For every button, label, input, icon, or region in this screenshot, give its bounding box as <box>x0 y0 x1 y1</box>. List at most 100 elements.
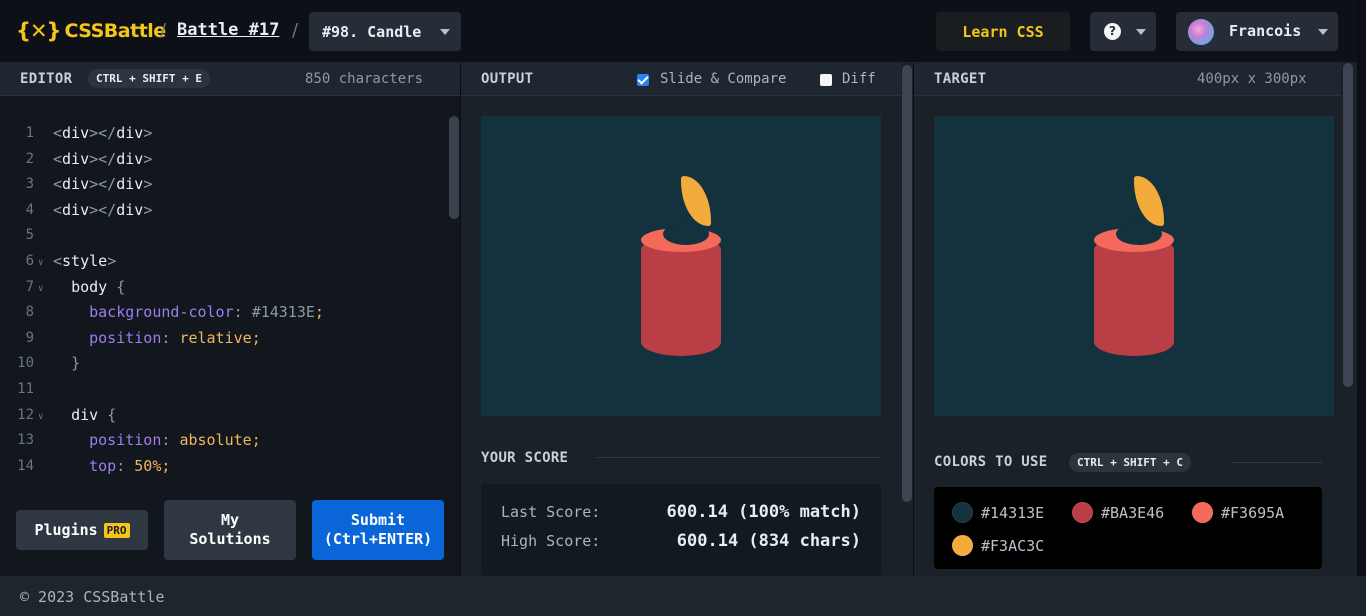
scroll-thumb[interactable] <box>902 65 912 502</box>
code-line: 12 ∨ div { <box>0 404 446 430</box>
top-header: {✕} CSSBattle / Battle #17 / #98. Candle… <box>0 0 1366 63</box>
fold-chevron-icon[interactable]: ∨ <box>38 258 43 268</box>
line-number: 4 <box>25 201 34 218</box>
editor-title: EDITOR <box>20 71 73 87</box>
color-dot <box>1072 502 1093 523</box>
target-image <box>934 116 1334 416</box>
target-select-label: #98. Candle <box>322 22 422 41</box>
code-line: 11 <box>0 378 446 404</box>
line-number: 12 <box>17 406 34 423</box>
color-swatch[interactable]: #F3695A <box>1192 502 1284 523</box>
colors-title: COLORS TO USE <box>934 454 1048 470</box>
color-hex: #F3695A <box>1221 503 1285 522</box>
line-number: 10 <box>17 355 34 372</box>
window-edge <box>1357 0 1366 576</box>
logo-mark-icon: {✕} <box>16 19 61 43</box>
code-line: 7 ∨ body { <box>0 276 446 302</box>
color-hex: #14313E <box>981 503 1045 522</box>
chevron-down-icon <box>440 29 450 35</box>
last-score-value: 600.14 (100% match) <box>666 502 861 522</box>
battle-link[interactable]: Battle #17 <box>177 20 279 40</box>
slide-compare-label[interactable]: Slide & Compare <box>660 71 786 87</box>
code-line: 1 <div></div> <box>0 122 446 148</box>
code-line: 10 } <box>0 352 446 378</box>
line-number: 5 <box>25 227 34 244</box>
colors-shortcut-badge: CTRL + SHIFT + C <box>1069 453 1191 472</box>
color-dot <box>952 502 973 523</box>
color-dot <box>952 535 973 556</box>
plugins-button[interactable]: Plugins PRO <box>16 510 148 550</box>
user-name: Francois <box>1229 22 1302 40</box>
diff-label[interactable]: Diff <box>842 71 876 87</box>
target-panel: COLORS TO USE CTRL + SHIFT + C #14313E #… <box>914 96 1341 576</box>
code-line: 2 <div></div> <box>0 148 446 174</box>
my-solutions-label: Solutions <box>189 530 271 548</box>
target-header: TARGET 400px x 300px <box>914 63 1341 96</box>
output-panel: YOUR SCORE Last Score: 600.14 (100% matc… <box>461 96 901 576</box>
breadcrumb-separator: / <box>160 20 167 41</box>
candle-well <box>1116 223 1162 245</box>
color-swatch[interactable]: #BA3E46 <box>1072 502 1164 523</box>
color-hex: #F3AC3C <box>981 536 1045 555</box>
diff-checkbox[interactable] <box>820 74 832 86</box>
code-line: 6 ∨ <style> <box>0 250 446 276</box>
color-palette: #14313E #BA3E46 #F3695A #F3AC3C <box>934 487 1322 569</box>
avatar <box>1188 19 1214 45</box>
fold-chevron-icon[interactable]: ∨ <box>38 412 43 422</box>
candle-body <box>1094 236 1174 356</box>
my-solutions-button[interactable]: My Solutions <box>164 500 296 560</box>
high-score-value: 600.14 (834 chars) <box>676 531 861 551</box>
target-title: TARGET <box>934 71 987 87</box>
color-hex: #BA3E46 <box>1101 503 1165 522</box>
code-line: 8 background-color: #14313E; <box>0 301 446 327</box>
color-swatch[interactable]: #F3AC3C <box>952 535 1044 556</box>
output-scrollbar[interactable] <box>901 63 913 576</box>
code-area[interactable]: 1 <div></div> 2 <div></div> 3 <div></div… <box>0 122 446 474</box>
breadcrumb-separator: / <box>292 20 299 41</box>
code-line: 4 <div></div> <box>0 199 446 225</box>
cssbattle-logo[interactable]: {✕} CSSBattle <box>16 19 166 43</box>
submit-button[interactable]: Submit (Ctrl+ENTER) <box>312 500 444 560</box>
output-title: OUTPUT <box>481 71 534 87</box>
code-line: 14 top: 50%; <box>0 455 446 474</box>
chevron-down-icon <box>1318 29 1328 35</box>
footer: © 2023 CSSBattle <box>0 576 1366 616</box>
slide-compare-checkbox[interactable] <box>637 74 649 86</box>
fold-chevron-icon[interactable]: ∨ <box>38 284 43 294</box>
code-line: 3 <div></div> <box>0 173 446 199</box>
line-number: 9 <box>25 329 34 346</box>
line-number: 14 <box>17 457 34 474</box>
line-number: 2 <box>25 150 34 167</box>
user-menu-button[interactable]: Francois <box>1176 12 1338 51</box>
output-canvas[interactable] <box>481 116 881 416</box>
candle-well <box>663 223 709 245</box>
code-line: 13 position: absolute; <box>0 429 446 455</box>
line-number: 11 <box>17 381 34 397</box>
target-size: 400px x 300px <box>1197 71 1307 87</box>
logo-text: CSSBattle <box>64 20 167 42</box>
help-icon: ? <box>1104 23 1121 40</box>
target-select-dropdown[interactable]: #98. Candle <box>309 12 461 51</box>
plugins-label: Plugins <box>34 520 98 539</box>
line-number: 3 <box>25 176 34 193</box>
line-number: 6 <box>25 253 34 269</box>
learn-css-button[interactable]: Learn CSS <box>936 12 1070 51</box>
editor-shortcut-badge: CTRL + SHIFT + E <box>88 69 210 88</box>
color-swatch[interactable]: #14313E <box>952 502 1044 523</box>
scroll-thumb[interactable] <box>1343 63 1353 387</box>
candle-flame <box>681 176 711 226</box>
submit-shortcut-label: (Ctrl+ENTER) <box>323 530 433 548</box>
page-scrollbar[interactable] <box>1341 63 1357 576</box>
editor-scrollbar[interactable] <box>449 116 459 219</box>
editor-header: EDITOR CTRL + SHIFT + E 850 characters <box>0 63 460 96</box>
pro-badge: PRO <box>103 522 130 538</box>
candle-body <box>641 236 721 356</box>
submit-label: Submit <box>350 511 406 529</box>
code-line: 5 <box>0 224 446 250</box>
help-dropdown-button[interactable]: ? <box>1090 12 1156 51</box>
divider <box>1232 462 1322 463</box>
output-header: OUTPUT Slide & Compare Diff <box>461 63 901 96</box>
code-line: 9 position: relative; <box>0 327 446 353</box>
chevron-down-icon <box>1136 29 1146 35</box>
character-count: 850 characters <box>305 71 424 87</box>
